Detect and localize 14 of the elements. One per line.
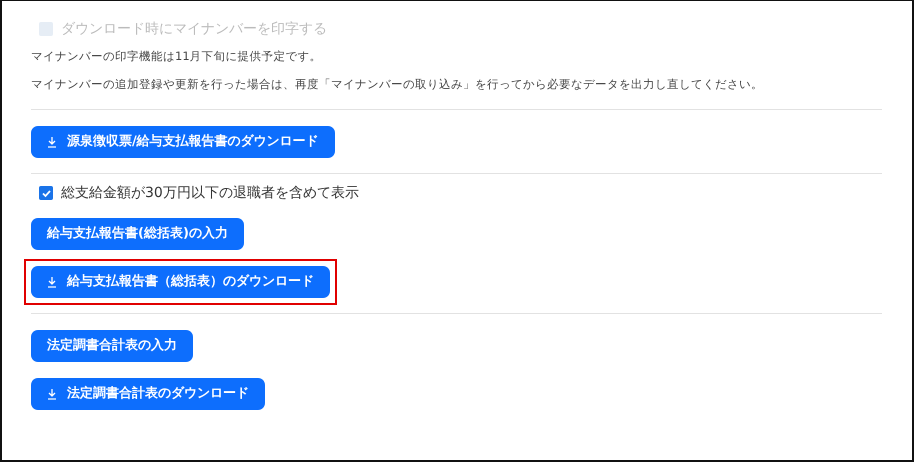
checkbox-label: 総支給金額が30万円以下の退職者を含めて表示 <box>61 184 359 203</box>
checkbox[interactable] <box>39 186 53 200</box>
download-button[interactable]: 法定調書合計表のダウンロード <box>31 378 265 410</box>
note-text: マイナンバーの追加登録や更新を行った場合は、再度「マイナンバーの取り込み」を行ってから必要なデータを出力し直してください。 <box>31 76 764 93</box>
check-icon <box>40 188 52 198</box>
input-button[interactable]: 法定調書合計表の入力 <box>31 330 193 362</box>
checkbox-label: ダウンロード時にマイナンバーを印字する <box>61 20 327 39</box>
download-icon <box>47 136 57 148</box>
download-button[interactable]: 源泉徴収票/給与支払報告書のダウンロード <box>31 126 335 158</box>
download-icon <box>47 388 57 400</box>
download-icon <box>47 276 57 288</box>
download-button[interactable]: 給与支払報告書（総括表）のダウンロード <box>31 266 330 298</box>
note-text: マイナンバーの印字機能は11月下旬に提供予定です。 <box>31 48 323 65</box>
input-button[interactable]: 給与支払報告書(総括表)の入力 <box>31 218 244 250</box>
